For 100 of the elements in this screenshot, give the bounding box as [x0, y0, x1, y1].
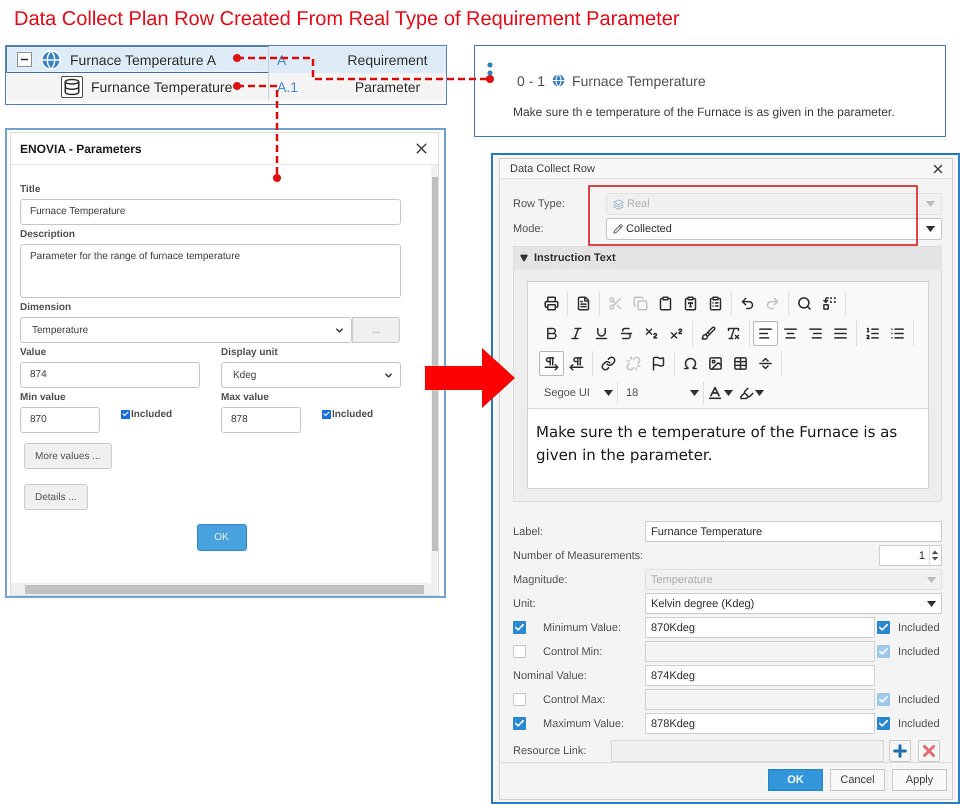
superscript-icon	[669, 326, 684, 340]
limit-field[interactable]	[645, 641, 875, 662]
description-field[interactable]: Parameter for the range of furnace temperature	[20, 244, 401, 298]
field-label: Row Type:	[513, 198, 566, 210]
unit-select[interactable]: Kelvin degree (Kdeg)	[645, 593, 942, 614]
clear-format-icon	[726, 326, 741, 340]
horizontal-scrollbar[interactable]	[11, 583, 438, 595]
section-header[interactable]: Instruction Text	[514, 247, 941, 269]
field-label: Number of Measurements:	[513, 550, 644, 562]
strikethrough-icon	[619, 326, 634, 340]
title-field[interactable]: Furnace Temperature	[20, 199, 401, 225]
field-label: Label:	[513, 526, 544, 538]
drag-handle-icon[interactable]	[487, 62, 493, 76]
dialog-title: ENOVIA - Parameters	[20, 142, 142, 156]
tree-item-label: Furnance Temperature	[91, 78, 232, 94]
checkbox-label: Included	[898, 622, 940, 634]
limit-field[interactable]: 870Kdeg	[645, 617, 875, 638]
field-label: Resource Link:	[513, 745, 588, 757]
dropdown-caret-icon	[927, 576, 936, 582]
numbered-list-icon	[865, 326, 880, 340]
dropdown-caret-icon	[724, 390, 733, 396]
checkbox[interactable]	[513, 621, 526, 634]
dropdown-caret-icon	[926, 226, 935, 232]
checkbox[interactable]	[513, 645, 526, 658]
field-label: Magnitude:	[513, 574, 568, 586]
field-label: Control Max:	[543, 694, 606, 706]
delete-icon	[920, 742, 938, 760]
font-select[interactable]: Segoe UI	[536, 382, 618, 404]
max-value-field[interactable]: 878	[221, 407, 301, 433]
mode-select[interactable]: Collected	[606, 218, 942, 240]
limit-field[interactable]: 878Kdeg	[645, 713, 875, 734]
included-checkbox[interactable]	[877, 693, 890, 706]
field-label: Maximum Value:	[543, 718, 626, 730]
dimension-select[interactable]: Temperature	[20, 317, 352, 343]
document-icon	[576, 296, 591, 310]
dialog-button[interactable]: Apply	[892, 769, 947, 791]
card-title: Furnace Temperature	[572, 72, 706, 88]
checkbox-label: Included	[898, 718, 940, 730]
dialog-button[interactable]: More values ...	[24, 443, 112, 469]
item-type: Requirement	[346, 52, 429, 68]
search-icon	[797, 296, 812, 310]
database-icon	[61, 76, 83, 98]
checkbox[interactable]	[513, 717, 526, 730]
dropdown-caret-icon	[755, 390, 764, 396]
italic-icon	[569, 326, 584, 340]
horizontal-rule-icon	[758, 356, 773, 370]
card-range: 0 - 1	[517, 72, 546, 88]
limit-field[interactable]	[645, 689, 875, 710]
included-checkbox[interactable]	[121, 410, 130, 418]
dialog-title: Data Collect Row	[510, 162, 595, 174]
checkbox-label: Included	[898, 694, 940, 706]
field-label: Unit:	[513, 598, 537, 610]
collapse-icon[interactable]	[17, 52, 32, 67]
align-right-icon	[808, 326, 823, 340]
scissors-icon	[608, 296, 623, 310]
field-label: Title	[20, 184, 42, 195]
clipboard-icon	[658, 296, 673, 310]
label-field[interactable]: Furnance Temperature	[645, 521, 942, 542]
vertical-scrollbar[interactable]	[431, 165, 438, 583]
field-label: Value	[20, 347, 48, 358]
add-button[interactable]	[889, 740, 911, 762]
bold-icon	[544, 326, 559, 340]
included-checkbox[interactable]	[877, 621, 890, 634]
dropdown-caret-icon	[926, 201, 935, 207]
align-left-button[interactable]	[753, 320, 778, 346]
dialog-button[interactable]: Cancel	[830, 769, 885, 791]
spinner-arrows-icon	[929, 546, 940, 565]
printer-icon	[544, 296, 559, 310]
pilcrow-right-button[interactable]	[539, 350, 564, 376]
checkbox-label: Included	[332, 408, 374, 420]
checkbox[interactable]	[513, 693, 526, 706]
min-value-field[interactable]: 870	[20, 407, 100, 433]
checkbox-label: Included	[131, 408, 172, 420]
dropdown-caret-icon	[927, 600, 936, 606]
instruction-text[interactable]: Make sure th e temperature of the Furnace is as given in the parameter.	[528, 408, 928, 488]
unlink-icon	[626, 356, 641, 370]
align-left-icon	[758, 326, 773, 340]
bulleted-list-icon	[890, 326, 905, 340]
included-checkbox[interactable]	[877, 645, 890, 658]
included-checkbox[interactable]	[877, 717, 890, 730]
field-label: Nominal Value:	[513, 670, 588, 682]
field-label: Dimension	[20, 302, 72, 313]
value-field[interactable]: 874	[20, 362, 200, 388]
field-label: Minimum Value:	[543, 622, 622, 634]
nominal-field[interactable]: 874Kdeg	[645, 665, 875, 686]
globe-icon	[40, 48, 62, 70]
highlighter-icon	[739, 386, 754, 400]
field-label: Max value	[221, 392, 270, 403]
omega-icon	[683, 356, 698, 370]
image-icon	[708, 356, 723, 370]
unit-select[interactable]: Kdeg	[221, 362, 401, 388]
dialog-button[interactable]: Details ...	[24, 484, 88, 510]
remove-button[interactable]	[918, 740, 940, 762]
font-size-select[interactable]: 18	[618, 382, 704, 404]
brush-icon	[701, 326, 716, 340]
tree-item[interactable]: Furnance Temperature	[6, 73, 269, 100]
measurements-spinner[interactable]: 1	[879, 545, 942, 566]
included-checkbox[interactable]	[322, 410, 331, 418]
field-label: Description	[20, 229, 76, 240]
resource-link-field[interactable]	[611, 740, 884, 762]
